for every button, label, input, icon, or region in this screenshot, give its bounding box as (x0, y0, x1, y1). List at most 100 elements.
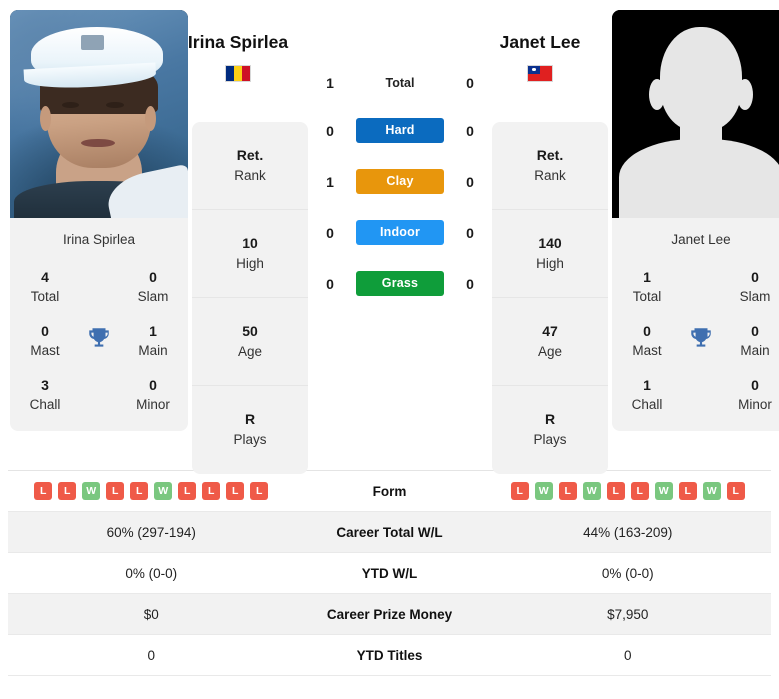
left-rank-value: Ret. (236, 146, 264, 163)
right-titles-mast: 0 Mast (616, 321, 678, 361)
flag-sun (532, 68, 536, 72)
h2h-total-label: Total (385, 76, 415, 90)
left-age-label: Age (237, 343, 263, 359)
right-high-cell: 140 High (492, 210, 608, 298)
right-player-header: Janet Lee (450, 32, 630, 82)
form-badge-win[interactable]: W (154, 482, 173, 500)
h2h-indoor-row: 0 Indoor 0 (310, 220, 490, 245)
surface-badge-hard[interactable]: Hard (356, 118, 444, 143)
form-badge-loss[interactable]: L (178, 482, 197, 500)
left-titles-chall-label: Chall (29, 397, 61, 413)
left-titles-mast-value: 0 (41, 322, 49, 339)
taiwan-flag-icon (527, 65, 553, 82)
left-high-value: 10 (242, 234, 258, 251)
trophy-icon (678, 325, 724, 356)
right-age-cell: 47 Age (492, 298, 608, 386)
right-player-name[interactable]: Janet Lee (450, 32, 630, 53)
form-badge-loss[interactable]: L (202, 482, 221, 500)
form-badge-win[interactable]: W (582, 482, 601, 500)
right-player-photo-card[interactable]: Janet Lee 1 Total 0 Slam 0 Mast 0 Main 1… (612, 10, 779, 431)
h2h-hard-left: 0 (326, 122, 334, 139)
right-player-photo (612, 10, 779, 218)
form-badge-win[interactable]: W (534, 482, 553, 500)
comparison-stats-table: LLWLLWLLLL Form LWLWLLWLWL 60% (297-194)… (8, 470, 771, 676)
right-rank-value: Ret. (536, 146, 564, 163)
left-titles-main-label: Main (138, 343, 168, 359)
form-badge-loss[interactable]: L (606, 482, 625, 500)
right-plays-cell: R Plays (492, 386, 608, 474)
left-form-cell: LLWLLWLLLL (8, 478, 295, 504)
left-career-prize-money: $0 (143, 606, 159, 622)
right-titles-main-value: 0 (751, 322, 759, 339)
h2h-grass-row: 0 Grass 0 (310, 271, 490, 296)
right-ytd-wl: 0% (0-0) (601, 565, 654, 581)
left-high-label: High (236, 255, 264, 271)
right-player-stat-strip: Ret. Rank 140 High 47 Age R Plays (492, 122, 608, 474)
right-plays-value: R (544, 411, 556, 428)
left-titles-chall: 3 Chall (14, 375, 76, 415)
photo-cap-logo (81, 34, 105, 50)
left-career-total-wl: 60% (297-194) (106, 524, 196, 540)
silhouette-body (619, 138, 779, 218)
surface-badge-indoor[interactable]: Indoor (356, 220, 444, 245)
form-badge-loss[interactable]: L (250, 482, 269, 500)
form-badge-loss[interactable]: L (558, 482, 577, 500)
left-titles-main-value: 1 (149, 322, 157, 339)
h2h-grass-right: 0 (466, 275, 474, 292)
h2h-clay-row: 1 Clay 0 (310, 169, 490, 194)
left-plays-cell: R Plays (192, 386, 308, 474)
right-titles-total-value: 1 (643, 269, 651, 285)
left-rank-label: Rank (234, 167, 266, 183)
right-titles-mast-value: 0 (643, 322, 651, 339)
left-age-cell: 50 Age (192, 298, 308, 386)
h2h-indoor-right: 0 (466, 224, 474, 241)
h2h-grass-left: 0 (326, 275, 334, 292)
left-titles-slam-label: Slam (137, 289, 169, 305)
silhouette-ear-right (736, 78, 753, 110)
career-prize-money-label: Career Prize Money (326, 606, 453, 622)
left-age-value: 50 (242, 322, 258, 339)
left-ytd-wl: 0% (0-0) (125, 565, 178, 581)
form-badge-loss[interactable]: L (58, 482, 77, 500)
right-titles-chall-label: Chall (631, 397, 663, 413)
player-comparison-page: Irina Spirlea 4 Total 0 Slam 0 Mast 1 Ma… (0, 0, 779, 699)
right-high-value: 140 (538, 234, 562, 251)
form-badge-win[interactable]: W (654, 482, 673, 500)
table-row-career-total-wl: 60% (297-194) Career Total W/L 44% (163-… (8, 512, 771, 553)
form-badge-loss[interactable]: L (34, 482, 53, 500)
h2h-grass-badge-wrap: Grass (350, 271, 450, 296)
form-badge-loss[interactable]: L (130, 482, 149, 500)
right-career-prize-money: $7,950 (607, 606, 649, 622)
form-badge-win[interactable]: W (82, 482, 101, 500)
left-titles-minor: 0 Minor (122, 375, 184, 415)
h2h-clay-badge-wrap: Clay (350, 169, 450, 194)
form-row-label: Form (372, 483, 407, 499)
right-form-badges: LWLWLLWLWL (491, 482, 766, 500)
right-titles-minor-label: Minor (738, 397, 772, 413)
form-badge-loss[interactable]: L (226, 482, 245, 500)
right-titles-main: 0 Main (724, 321, 779, 361)
form-badge-loss[interactable]: L (106, 482, 125, 500)
right-titles-total-label: Total (632, 289, 662, 305)
left-player-header: Irina Spirlea (148, 32, 328, 82)
right-titles-minor-value: 0 (751, 376, 759, 393)
right-titles-minor: 0 Minor (724, 375, 779, 415)
left-player-name[interactable]: Irina Spirlea (148, 32, 328, 53)
form-badge-loss[interactable]: L (630, 482, 649, 500)
left-titles-minor-label: Minor (136, 397, 170, 413)
form-badge-win[interactable]: W (702, 482, 721, 500)
h2h-clay-right: 0 (466, 173, 474, 190)
form-badge-loss[interactable]: L (510, 482, 529, 500)
placeholder-avatar-icon (612, 10, 779, 218)
table-row-career-prize-money: $0 Career Prize Money $7,950 (8, 594, 771, 635)
surface-badge-grass[interactable]: Grass (356, 271, 444, 296)
right-form-cell: LWLWLLWLWL (485, 478, 772, 504)
left-titles-main: 1 Main (122, 321, 184, 361)
form-badge-loss[interactable]: L (678, 482, 697, 500)
romania-flag-icon (225, 65, 251, 82)
right-titles-main-label: Main (740, 343, 770, 359)
surface-badge-clay[interactable]: Clay (356, 169, 444, 194)
form-badge-loss[interactable]: L (726, 482, 745, 500)
h2h-indoor-left: 0 (326, 224, 334, 241)
h2h-hard-right: 0 (466, 122, 474, 139)
